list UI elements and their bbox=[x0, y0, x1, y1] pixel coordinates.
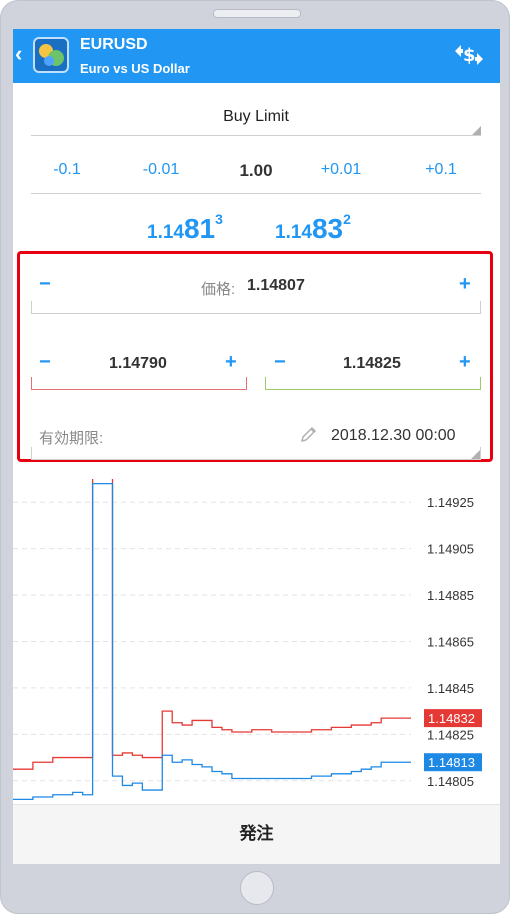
bid-big-digits: 81 bbox=[183, 213, 216, 244]
expiry-label: 有効期限: bbox=[39, 430, 104, 447]
expiry-underline bbox=[31, 447, 481, 460]
y-tick-label: 1.14885 bbox=[427, 588, 474, 603]
home-button[interactable] bbox=[240, 871, 274, 905]
stop-loss-underline bbox=[31, 377, 247, 390]
stop-loss-value[interactable]: 1.14790 bbox=[109, 355, 167, 373]
order-type-select[interactable]: Buy Limit bbox=[31, 99, 481, 136]
currency-exchange-icon[interactable]: $ bbox=[453, 41, 485, 69]
y-tick-label: 1.14845 bbox=[427, 681, 474, 696]
ask-prefix: 1.14 bbox=[275, 222, 312, 243]
dropdown-corner-icon bbox=[472, 126, 481, 135]
sl-minus-button[interactable]: − bbox=[39, 351, 51, 374]
take-profit-underline bbox=[265, 377, 481, 390]
ask-line bbox=[13, 479, 411, 770]
y-tick-label: 1.14925 bbox=[427, 495, 474, 510]
volume-row: -0.1 -0.01 1.00 +0.01 +0.1 bbox=[31, 153, 481, 194]
app-header: ‹ EURUSD Euro vs US Dollar $ bbox=[13, 29, 500, 83]
symbol-name: EURUSD bbox=[80, 36, 148, 53]
order-button[interactable]: 発注 bbox=[13, 804, 500, 864]
expiry-value[interactable]: 2018.12.30 00:00 bbox=[331, 427, 456, 445]
phone-frame: ‹ EURUSD Euro vs US Dollar $ Buy Limit -… bbox=[0, 0, 510, 914]
ask-price-tag-label: 1.14832 bbox=[428, 711, 475, 726]
volume-value[interactable]: 1.00 bbox=[226, 161, 286, 181]
y-tick-label: 1.14865 bbox=[427, 635, 474, 650]
take-profit-value[interactable]: 1.14825 bbox=[343, 355, 401, 373]
price-label: 価格: bbox=[201, 281, 236, 298]
price-plus-button[interactable]: + bbox=[459, 273, 471, 296]
price-chart[interactable]: 1.14925 1.14905 1.14885 1.14865 1.14845 1.148… bbox=[13, 479, 500, 804]
sl-plus-button[interactable]: + bbox=[225, 351, 237, 374]
speaker-slot bbox=[213, 9, 301, 18]
y-tick-label: 1.14805 bbox=[427, 774, 474, 789]
volume-plus-0.1-button[interactable]: +0.1 bbox=[411, 161, 471, 179]
price-value[interactable]: 1.14807 bbox=[247, 277, 305, 295]
pencil-icon[interactable] bbox=[300, 425, 318, 443]
back-chevron-icon[interactable]: ‹ bbox=[15, 41, 22, 67]
price-minus-button[interactable]: − bbox=[39, 273, 51, 296]
price-underline bbox=[31, 301, 481, 314]
app-logo-icon bbox=[33, 37, 69, 73]
expiry-dropdown-corner-icon bbox=[471, 450, 480, 459]
symbol-description: Euro vs US Dollar bbox=[80, 61, 190, 76]
y-tick-label: 1.14825 bbox=[427, 727, 474, 742]
svg-text:$: $ bbox=[463, 45, 476, 66]
bid-prefix: 1.14 bbox=[147, 222, 184, 243]
bid-pipette: 3 bbox=[215, 211, 223, 227]
order-button-label: 発注 bbox=[239, 824, 274, 843]
tp-minus-button[interactable]: − bbox=[274, 351, 286, 374]
order-type-value: Buy Limit bbox=[223, 108, 289, 125]
bid-price-tag-label: 1.14813 bbox=[428, 755, 475, 770]
y-tick-label: 1.14905 bbox=[427, 542, 474, 557]
volume-minus-0.1-button[interactable]: -0.1 bbox=[37, 161, 97, 179]
ask-pipette: 2 bbox=[343, 211, 351, 227]
tp-plus-button[interactable]: + bbox=[459, 351, 471, 374]
ask-big-digits: 83 bbox=[311, 213, 344, 244]
screen: ‹ EURUSD Euro vs US Dollar $ Buy Limit -… bbox=[13, 29, 500, 864]
ask-price: 1.14832 bbox=[275, 211, 351, 245]
bid-price: 1.14813 bbox=[147, 211, 223, 245]
volume-minus-0.01-button[interactable]: -0.01 bbox=[131, 161, 191, 179]
volume-plus-0.01-button[interactable]: +0.01 bbox=[311, 161, 371, 179]
